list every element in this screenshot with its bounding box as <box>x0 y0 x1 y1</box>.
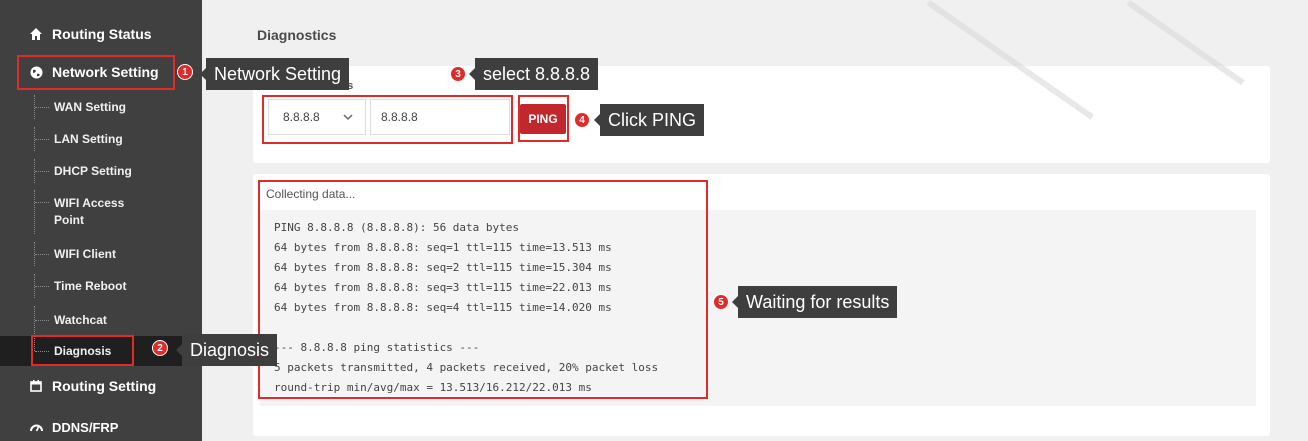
sidebar-item-watchcat[interactable]: Watchcat <box>0 306 202 334</box>
callout-results: Waiting for results <box>731 286 898 318</box>
ip-address-input[interactable] <box>370 99 510 135</box>
nav-routing-setting[interactable]: Routing Setting <box>0 369 202 403</box>
output-line: 64 bytes from 8.8.8.8: seq=3 ttl=115 tim… <box>274 281 612 294</box>
step-badge-4: 4 <box>574 112 590 128</box>
sidebar-item-lan-setting[interactable]: LAN Setting <box>0 127 202 151</box>
callout-diagnosis: Diagnosis <box>175 334 278 366</box>
output-line: 64 bytes from 8.8.8.8: seq=2 ttl=115 tim… <box>274 261 612 274</box>
output-line: round-trip min/avg/max = 13.513/16.212/2… <box>274 381 592 394</box>
collecting-status: Collecting data... <box>266 187 356 201</box>
sidebar-item-diagnosis[interactable]: Diagnosis <box>0 336 202 366</box>
step-badge-5: 5 <box>713 294 729 310</box>
output-line: --- 8.8.8.8 ping statistics --- <box>274 341 480 354</box>
output-line: 5 packets transmitted, 4 packets receive… <box>274 361 659 374</box>
callout-network-setting: Network Setting <box>199 58 350 90</box>
page-title: Diagnostics <box>257 27 337 43</box>
sidebar-item-label: Diagnosis <box>54 343 112 358</box>
sidebar-item-label: Time Reboot <box>54 278 127 293</box>
sidebar-item-label: WIFI Access Point <box>54 196 125 227</box>
nav-network-setting[interactable]: Network Setting <box>0 55 202 89</box>
sidebar-item-time-reboot[interactable]: Time Reboot <box>0 274 202 298</box>
gauge-icon <box>29 420 43 434</box>
nav-routing-status-label: Routing Status <box>52 26 152 42</box>
step-badge-1: 1 <box>177 64 193 80</box>
sidebar: Routing Status Network Setting WAN Setti… <box>0 0 202 441</box>
calendar-icon <box>29 379 43 393</box>
output-line: 64 bytes from 8.8.8.8: seq=1 ttl=115 tim… <box>274 241 612 254</box>
output-line: PING 8.8.8.8 (8.8.8.8): 56 data bytes <box>274 221 520 234</box>
target-select[interactable]: 8.8.8.8 <box>268 99 366 135</box>
sidebar-item-wan-setting[interactable]: WAN Setting <box>0 95 202 119</box>
step-badge-3: 3 <box>450 66 466 82</box>
home-icon <box>29 27 43 41</box>
nav-routing-setting-label: Routing Setting <box>52 378 157 394</box>
sidebar-item-dhcp-setting[interactable]: DHCP Setting <box>0 159 202 183</box>
sidebar-item-label: WAN Setting <box>54 99 126 114</box>
nav-routing-status[interactable]: Routing Status <box>0 17 202 51</box>
ping-button[interactable]: PING <box>520 104 566 134</box>
main-content: Diagnostics Network Utilities 8.8.8.8 PI… <box>202 0 1308 441</box>
sidebar-item-label: DHCP Setting <box>54 163 132 178</box>
callout-select: select 8.8.8.8 <box>468 58 599 90</box>
target-select-value: 8.8.8.8 <box>283 110 320 124</box>
nav-ddns-frp[interactable]: DDNS/FRP <box>0 410 202 441</box>
sidebar-item-label: WIFI Client <box>54 246 116 261</box>
sidebar-item-label: Watchcat <box>54 312 107 327</box>
step-badge-2: 2 <box>152 340 168 356</box>
callout-ping: Click PING <box>593 104 705 136</box>
sidebar-item-label: LAN Setting <box>54 131 123 146</box>
sidebar-item-wifi-client[interactable]: WIFI Client <box>0 242 202 266</box>
output-line: 64 bytes from 8.8.8.8: seq=4 ttl=115 tim… <box>274 301 612 314</box>
globe-icon <box>29 65 43 79</box>
chevron-down-icon <box>343 111 353 125</box>
nav-network-setting-label: Network Setting <box>52 64 159 80</box>
nav-ddns-frp-label: DDNS/FRP <box>52 419 119 435</box>
sidebar-item-wifi-access-point[interactable]: WIFI Access Point <box>0 190 202 234</box>
